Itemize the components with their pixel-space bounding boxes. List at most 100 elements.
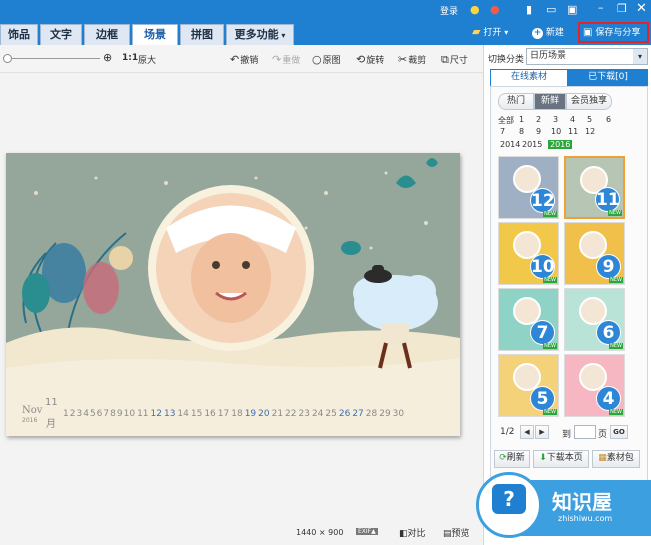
page-filter-item[interactable]: 2016 bbox=[548, 140, 573, 149]
calendar-month-cn: 月 bbox=[46, 419, 56, 430]
filter-vip[interactable]: 会员独享 bbox=[566, 93, 612, 110]
page-filter-item[interactable]: 2 bbox=[536, 115, 541, 124]
original-size-button[interactable]: 原大 bbox=[138, 53, 156, 66]
scene-thumbnail[interactable]: 12 NEW bbox=[498, 156, 559, 219]
scene-thumbnail[interactable]: 7 NEW bbox=[498, 288, 559, 351]
weibo-icon[interactable]: ● bbox=[490, 3, 500, 16]
goto-page-input[interactable] bbox=[574, 425, 596, 439]
calendar-year: 2016 bbox=[22, 417, 38, 424]
calendar-day: 14 bbox=[177, 409, 189, 419]
title-bar: 登录 ● ● ▮ ▭ ▣ – ❐ ✕ bbox=[0, 0, 651, 21]
edit-toolbar: ⊕ 1:1 原大 ↶撤销 ↷重做 ○原图 ⟲旋转 ✂裁剪 ⧉尺寸 bbox=[0, 45, 483, 73]
page-filter-item[interactable]: 10 bbox=[551, 127, 561, 136]
filter-new[interactable]: 新鲜 bbox=[534, 93, 566, 110]
tab-more-features[interactable]: 更多功能 ▾ bbox=[226, 24, 294, 45]
page-filter-item[interactable]: 8 bbox=[519, 127, 524, 136]
thumbnail-number: 11 bbox=[595, 187, 620, 212]
scene-thumbnail[interactable]: 5 NEW bbox=[498, 354, 559, 417]
library-button[interactable]: ▦素材包 bbox=[592, 450, 640, 468]
scene-thumbnail[interactable]: 10 NEW bbox=[498, 222, 559, 285]
chevron-down-icon: ▾ bbox=[633, 49, 647, 64]
refresh-button[interactable]: ⟳刷新 bbox=[494, 450, 530, 468]
zoom-in-icon[interactable]: ⊕ bbox=[103, 51, 112, 64]
download-page-label: 下载本页 bbox=[546, 453, 583, 463]
save-share-label: 保存与分享 bbox=[595, 28, 641, 38]
download-page-button[interactable]: ⬇下载本页 bbox=[533, 450, 589, 468]
scene-thumbnail[interactable]: 11 NEW bbox=[564, 156, 625, 219]
page-filter-item[interactable]: 5 bbox=[587, 115, 592, 124]
calendar-day: 19 bbox=[244, 409, 257, 419]
watermark-title: 知识屋 bbox=[552, 490, 612, 514]
goto-label: 到 bbox=[562, 430, 572, 440]
floppy-icon: ▣ bbox=[583, 27, 593, 38]
close-icon[interactable]: ✕ bbox=[636, 1, 647, 16]
calendar-scene-image[interactable]: Nov 11 2016 月 12345678910 11 12 13 14 15 16 17 1… bbox=[6, 153, 460, 436]
next-page-button[interactable]: ▶ bbox=[535, 425, 549, 439]
calendar-day: 15 bbox=[190, 409, 203, 419]
page-filter-item[interactable]: 全部 bbox=[498, 115, 514, 126]
tab-frames[interactable]: 边框 bbox=[84, 24, 130, 45]
exif-button[interactable]: EXIF▲ bbox=[356, 528, 378, 535]
calendar-day: 9 bbox=[116, 409, 123, 419]
new-button[interactable]: + 新建 bbox=[532, 25, 564, 41]
page-filter-item[interactable]: 9 bbox=[536, 127, 541, 136]
calendar-month-en: Nov bbox=[22, 405, 43, 416]
tab-decorations[interactable]: 饰品 bbox=[0, 24, 38, 45]
new-badge: NEW bbox=[543, 343, 557, 349]
tab-scenes[interactable]: 场景 bbox=[132, 24, 178, 45]
tab-downloaded[interactable]: 已下载[0] bbox=[568, 69, 648, 86]
minimize-icon[interactable]: – bbox=[598, 1, 604, 14]
status-bar: 1440 × 900 EXIF▲ ◧对比 ▤预览 bbox=[0, 523, 483, 545]
login-link[interactable]: 登录 bbox=[440, 4, 458, 17]
open-button[interactable]: ▰ 打开 ▾ bbox=[472, 25, 508, 41]
category-select[interactable]: 日历场景 ▾ bbox=[526, 48, 648, 65]
page-filter-item[interactable]: 1 bbox=[519, 115, 524, 124]
tab-online-label: 在线素材 bbox=[510, 72, 547, 82]
prev-page-button[interactable]: ◀ bbox=[520, 425, 534, 439]
original-button[interactable]: ○原图 bbox=[312, 53, 341, 66]
circle-icon: ○ bbox=[312, 53, 322, 66]
page-filter-item[interactable]: 2014 bbox=[500, 140, 520, 149]
scene-thumbnail[interactable]: 6 NEW bbox=[564, 288, 625, 351]
page-filter-item[interactable]: 11 bbox=[568, 127, 578, 136]
zoom-ratio[interactable]: 1:1 bbox=[122, 53, 138, 63]
preview-button[interactable]: ▤预览 bbox=[443, 526, 470, 539]
save-share-button[interactable]: ▣ 保存与分享 bbox=[578, 22, 649, 43]
page-filter-item[interactable]: 3 bbox=[553, 115, 558, 124]
size-button[interactable]: ⧉尺寸 bbox=[441, 53, 468, 67]
tab-collage[interactable]: 拼图 bbox=[180, 24, 224, 45]
zoom-slider-handle[interactable] bbox=[3, 54, 12, 63]
rotate-button[interactable]: ⟲旋转 bbox=[356, 53, 384, 66]
tab-text[interactable]: 文字 bbox=[40, 24, 82, 45]
skin-icon[interactable]: ▣ bbox=[567, 3, 577, 16]
new-badge: NEW bbox=[543, 409, 557, 415]
preview-label: 预览 bbox=[451, 529, 470, 539]
page-filter-item[interactable]: 7 bbox=[500, 127, 505, 136]
restore-icon[interactable]: ❐ bbox=[617, 2, 627, 15]
undo-button[interactable]: ↶撤销 bbox=[230, 53, 258, 66]
go-button[interactable]: GO bbox=[610, 425, 628, 439]
page-filter-grid: 全部 1 2 3 4 5 6 7 8 9 10 11 12 2014 2015 2016 bbox=[498, 115, 648, 155]
resize-icon: ⧉ bbox=[441, 53, 449, 66]
page-filter-item[interactable]: 6 bbox=[606, 115, 611, 124]
thumbnail-number: 6 bbox=[596, 320, 621, 345]
page-filter-item[interactable]: 12 bbox=[585, 127, 595, 136]
chevron-down-icon: ▾ bbox=[504, 28, 509, 37]
redo-button[interactable]: ↷重做 bbox=[272, 53, 300, 66]
qq-icon[interactable]: ● bbox=[470, 3, 480, 16]
calendar-day: 27 bbox=[352, 409, 364, 419]
filter-hot[interactable]: 热门 bbox=[498, 93, 534, 110]
scene-thumbnail[interactable]: 9 NEW bbox=[564, 222, 625, 285]
scene-thumbnail[interactable]: 4 NEW bbox=[564, 354, 625, 417]
page-filter-item[interactable]: 4 bbox=[570, 115, 575, 124]
message-icon[interactable]: ▭ bbox=[546, 3, 556, 16]
compare-button[interactable]: ◧对比 bbox=[399, 526, 426, 539]
compare-label: 对比 bbox=[407, 529, 426, 539]
page-filter-item[interactable]: 2015 bbox=[522, 140, 542, 149]
crop-button[interactable]: ✂裁剪 bbox=[398, 53, 426, 66]
shirt-icon[interactable]: ▮ bbox=[526, 3, 532, 16]
tab-online-materials[interactable]: 在线素材 bbox=[490, 69, 568, 86]
thumbnail-number: 5 bbox=[530, 386, 555, 411]
chevron-right-icon: ▶ bbox=[539, 428, 545, 436]
zoom-slider-track[interactable] bbox=[12, 58, 100, 59]
